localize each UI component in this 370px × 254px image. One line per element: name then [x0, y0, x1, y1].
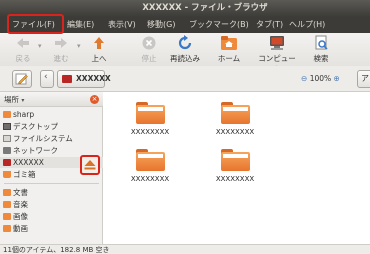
menu-go[interactable]: 移動(G) — [147, 17, 175, 33]
eject-icon — [84, 160, 96, 170]
sidebar-header[interactable]: 場所 ▾ × — [0, 92, 103, 107]
folder-icon — [220, 149, 250, 171]
network-icon — [3, 147, 11, 154]
pencil-icon — [15, 73, 28, 85]
back-button[interactable]: 戻る — [10, 35, 36, 64]
edit-location-button[interactable] — [12, 70, 32, 88]
status-bar: 11個のアイテム、182.8 MB 空き — [0, 244, 370, 254]
folder-icon — [135, 102, 165, 124]
menu-tabs[interactable]: タブ(T) — [256, 17, 283, 33]
removable-media-icon — [62, 75, 72, 83]
desktop-icon — [3, 123, 11, 130]
search-icon — [315, 35, 328, 50]
breadcrumb-current[interactable]: XXXXXX — [57, 70, 111, 88]
home-folder-icon — [221, 36, 237, 50]
view-mode-button[interactable]: ア — [357, 70, 370, 88]
computer-icon — [270, 36, 284, 50]
stop-icon — [142, 36, 156, 50]
menu-edit[interactable]: 編集(E) — [67, 17, 94, 33]
stop-button[interactable]: 停止 — [136, 35, 162, 64]
sidebar-item-desktop[interactable]: デスクトップ — [0, 121, 103, 132]
sidebar-item-documents[interactable]: 文書 — [0, 187, 103, 198]
up-button[interactable]: 上へ — [86, 35, 112, 64]
forward-history-chevron-icon[interactable]: ▾ — [77, 42, 81, 50]
sidebar-item-home[interactable]: sharp — [0, 109, 103, 120]
status-text: 11個のアイテム、182.8 MB 空き — [3, 246, 110, 254]
close-sidebar-icon[interactable]: × — [90, 95, 99, 104]
forward-button[interactable]: 進む — [48, 35, 74, 64]
folder-icon — [220, 102, 250, 124]
file-view: XXXXXXXX XXXXXXXX XXXXXXXX XXXXXXXX — [104, 92, 370, 244]
forward-arrow-icon — [55, 38, 67, 48]
back-arrow-icon — [17, 38, 29, 48]
zoom-in-icon[interactable]: ⊕ — [334, 74, 340, 83]
folder-label: XXXXXXXX — [215, 175, 255, 183]
trash-icon — [3, 171, 11, 178]
sidebar-item-filesystem[interactable]: ファイルシステム — [0, 133, 103, 144]
zoom-control: ⊖ 100% ⊕ — [301, 72, 340, 86]
view-mode-letter: ア — [361, 74, 369, 83]
menu-view[interactable]: 表示(V) — [108, 17, 136, 33]
search-button[interactable]: 検索 — [309, 35, 333, 64]
folder-item[interactable]: XXXXXXXX — [115, 102, 185, 144]
back-history-chevron-icon[interactable]: ▾ — [38, 42, 42, 50]
folder-icon — [3, 213, 11, 220]
sidebar-item-music[interactable]: 音楽 — [0, 199, 103, 210]
up-arrow-icon — [94, 37, 104, 49]
menu-help[interactable]: ヘルプ(H) — [289, 17, 325, 33]
folder-icon — [3, 189, 11, 196]
sidebar-item-pictures[interactable]: 画像 — [0, 211, 103, 222]
chevron-left-icon: ‹ — [44, 72, 48, 82]
zoom-level[interactable]: 100% — [310, 74, 331, 83]
folder-item[interactable]: XXXXXXXX — [200, 149, 270, 191]
folder-icon — [135, 149, 165, 171]
window-title: XXXXXX - ファイル・ブラウザ — [142, 3, 268, 13]
file-menu-highlight — [7, 14, 64, 34]
location-bar: ‹ XXXXXX ⊖ 100% ⊕ ア — [0, 66, 370, 92]
eject-button[interactable] — [80, 155, 100, 175]
zoom-out-icon[interactable]: ⊖ — [301, 74, 307, 83]
removable-media-icon — [3, 159, 11, 166]
breadcrumb-label: XXXXXX — [76, 74, 111, 83]
folder-item[interactable]: XXXXXXXX — [200, 102, 270, 144]
folder-label: XXXXXXXX — [130, 175, 170, 183]
folder-item[interactable]: XXXXXXXX — [115, 149, 185, 191]
menu-bookmarks[interactable]: ブックマーク(B) — [189, 17, 249, 33]
breadcrumb-left-button[interactable]: ‹ — [40, 70, 54, 88]
sidebar-header-label: 場所 — [4, 95, 19, 104]
sidebar-item-videos[interactable]: 動画 — [0, 223, 103, 234]
drive-icon — [3, 135, 11, 142]
folder-label: XXXXXXXX — [130, 128, 170, 136]
folder-icon — [3, 225, 11, 232]
home-folder-icon — [3, 111, 11, 118]
reload-button[interactable]: 再読込み — [166, 35, 204, 64]
folder-icon — [3, 201, 11, 208]
reload-icon — [178, 35, 192, 50]
folder-label: XXXXXXXX — [215, 128, 255, 136]
sidebar-divider — [4, 183, 99, 184]
home-button[interactable]: ホーム — [214, 35, 244, 64]
chevron-down-icon: ▾ — [21, 97, 25, 104]
toolbar: 戻る ▾ 進む ▾ 上へ 停止 再読込み ホーム コンピュータ 検索 — [0, 33, 370, 74]
